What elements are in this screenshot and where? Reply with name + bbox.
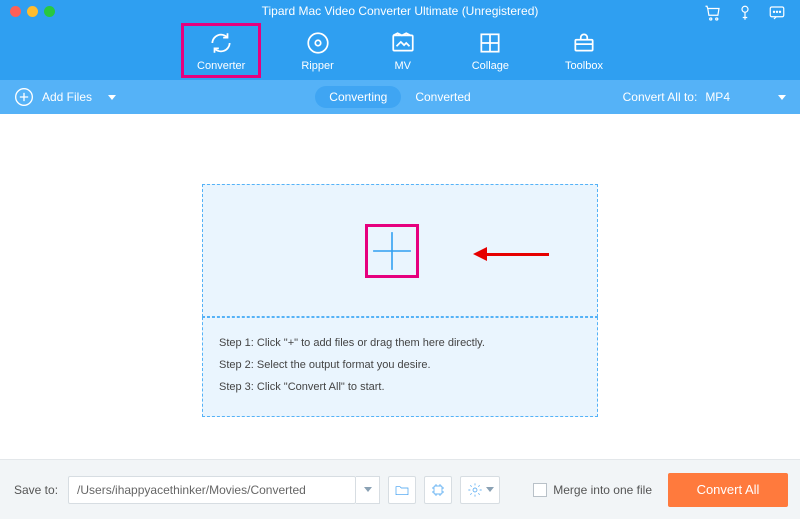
output-format-select[interactable]: MP4: [705, 90, 786, 104]
tab-ripper[interactable]: Ripper: [295, 28, 339, 74]
tab-label: Collage: [472, 60, 509, 72]
dropzone[interactable]: [202, 184, 598, 317]
plus-icon[interactable]: [371, 230, 413, 272]
window-title: Tipard Mac Video Converter Ultimate (Unr…: [0, 4, 800, 18]
annotation-highlight-plus: [365, 224, 419, 278]
cycle-icon: [208, 30, 234, 56]
key-icon[interactable]: [736, 4, 754, 22]
step-text: Step 3: Click "Convert All" to start.: [219, 376, 581, 398]
save-to-label: Save to:: [14, 483, 58, 497]
checkbox-icon: [533, 483, 547, 497]
tab-label: Toolbox: [565, 60, 603, 72]
save-path-field[interactable]: /Users/ihappyacethinker/Movies/Converted: [68, 476, 356, 504]
tab-converter[interactable]: Converter: [191, 28, 251, 74]
settings-button[interactable]: [460, 476, 500, 504]
step-text: Step 1: Click "+" to add files or drag t…: [219, 332, 581, 354]
chevron-down-icon: [364, 487, 372, 492]
tab-label: Ripper: [301, 60, 333, 72]
feedback-icon[interactable]: [768, 4, 786, 22]
tab-mv[interactable]: MV: [384, 28, 422, 74]
convert-all-button[interactable]: Convert All: [668, 473, 788, 507]
header-actions: [704, 4, 786, 22]
grid-icon: [477, 30, 503, 56]
convert-all-button-label: Convert All: [697, 482, 760, 497]
toolbox-icon: [571, 30, 597, 56]
merge-label: Merge into one file: [553, 483, 652, 497]
tab-collage[interactable]: Collage: [466, 28, 515, 74]
annotation-arrow: [473, 247, 549, 261]
segment-converted[interactable]: Converted: [401, 86, 484, 108]
merge-into-one-file-checkbox[interactable]: Merge into one file: [533, 483, 652, 497]
instruction-steps: Step 1: Click "+" to add files or drag t…: [202, 317, 598, 417]
gpu-accel-button[interactable]: [424, 476, 452, 504]
gear-icon: [467, 482, 483, 498]
titlebar: Tipard Mac Video Converter Ultimate (Unr…: [0, 0, 800, 22]
save-path-dropdown[interactable]: [356, 476, 380, 504]
add-files-button[interactable]: Add Files: [14, 87, 116, 107]
chevron-down-icon: [486, 487, 494, 492]
tab-toolbox[interactable]: Toolbox: [559, 28, 609, 74]
main-tabs: Converter Ripper MV Collage Toolbox: [191, 28, 609, 74]
chip-icon: [430, 482, 446, 498]
convert-all-to: Convert All to: MP4: [623, 90, 786, 104]
image-icon: [390, 30, 416, 56]
chevron-down-icon: [108, 95, 116, 100]
open-folder-button[interactable]: [388, 476, 416, 504]
chevron-down-icon: [778, 95, 786, 100]
cart-icon[interactable]: [704, 4, 722, 22]
convert-all-to-label: Convert All to:: [623, 90, 698, 104]
disc-icon: [305, 30, 331, 56]
main-area: Step 1: Click "+" to add files or drag t…: [0, 114, 800, 458]
save-path-value: /Users/ihappyacethinker/Movies/Converted: [77, 483, 306, 497]
bottom-bar: Save to: /Users/ihappyacethinker/Movies/…: [0, 459, 800, 519]
add-files-label: Add Files: [42, 90, 92, 104]
plus-circle-icon: [14, 87, 34, 107]
top-nav: Converter Ripper MV Collage Toolbox: [0, 22, 800, 80]
segment-converting[interactable]: Converting: [315, 86, 401, 108]
tab-label: MV: [394, 60, 411, 72]
step-text: Step 2: Select the output format you des…: [219, 354, 581, 376]
tab-label: Converter: [197, 60, 245, 72]
sub-toolbar: Add Files Converting Converted Convert A…: [0, 80, 800, 114]
selected-format: MP4: [705, 90, 730, 104]
folder-icon: [394, 482, 410, 498]
